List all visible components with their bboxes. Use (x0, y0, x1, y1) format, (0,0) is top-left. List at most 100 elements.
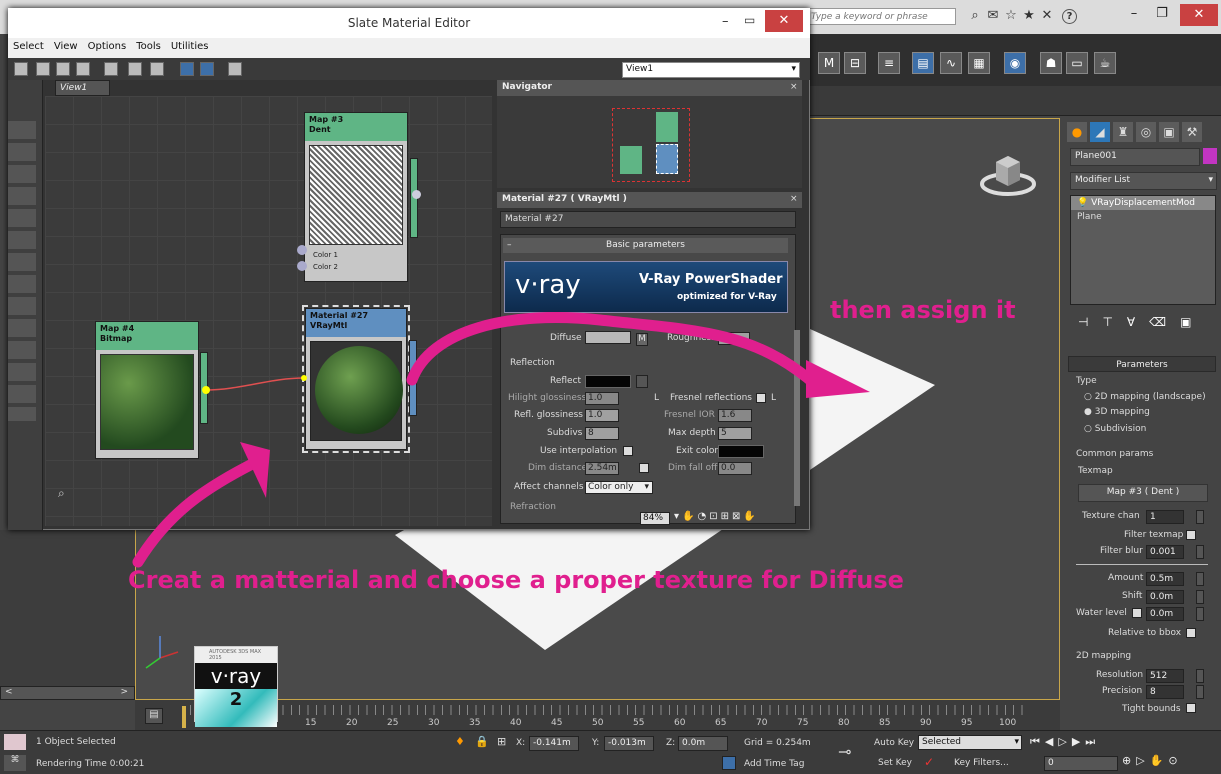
basic-params-header[interactable]: – Basic parameters (503, 238, 788, 253)
star-icon[interactable]: ★ (1022, 9, 1036, 23)
move-children-icon[interactable] (128, 62, 142, 76)
resolution-field[interactable]: 512 (1146, 669, 1184, 683)
select-tool-icon[interactable] (14, 62, 28, 76)
motion-tab-icon[interactable]: ◎ (1136, 122, 1156, 142)
output-socket-dot[interactable] (412, 190, 421, 199)
spinner[interactable] (1196, 510, 1204, 524)
viewcube-icon[interactable] (980, 150, 1036, 200)
maxscript-listener[interactable] (4, 734, 26, 750)
maxscript-icon[interactable]: ⌘ (4, 755, 26, 771)
menu-options[interactable]: Options (83, 38, 132, 55)
close-icon[interactable]: × (790, 194, 798, 204)
put-to-scene-icon[interactable] (56, 62, 70, 76)
utilities-tab-icon[interactable]: ⚒ (1182, 122, 1202, 142)
stack-item[interactable]: Plane (1071, 210, 1215, 224)
modify-tab-icon[interactable]: ◢ (1090, 122, 1110, 142)
texture-chan-field[interactable]: 1 (1146, 510, 1184, 524)
modifier-stack[interactable]: 💡 VRayDisplacementMod Plane (1070, 195, 1216, 305)
time-tag-icon[interactable] (722, 756, 736, 770)
pick-material-icon[interactable] (36, 62, 50, 76)
menu-tools[interactable]: Tools (131, 38, 166, 55)
x-coordinate-field[interactable]: -0.141m (529, 736, 579, 751)
spinner[interactable] (1196, 669, 1204, 683)
y-coordinate-field[interactable]: -0.013m (604, 736, 654, 751)
absolute-mode-icon[interactable]: ⊞ (497, 735, 506, 748)
material-name-field[interactable]: Material #27 (500, 211, 796, 228)
delete-icon[interactable] (104, 62, 118, 76)
rendered-frame-icon[interactable]: ▭ (1066, 52, 1088, 74)
slate-close-button[interactable]: ✕ (765, 10, 803, 32)
isolate-icon[interactable]: ♦ (455, 735, 465, 748)
slate-title-bar[interactable]: Slate Material Editor (8, 8, 810, 38)
help-icon[interactable]: ? (1062, 9, 1077, 24)
track-view-icon[interactable]: ▤ (145, 708, 163, 724)
node-map3-dent[interactable]: Map #3 Dent Color 1 Color 2 (304, 112, 408, 282)
tab-view1[interactable]: View1 (55, 80, 110, 96)
render-teapot-icon[interactable]: ☕ (1094, 52, 1116, 74)
key-mode-icon[interactable]: ✓ (924, 755, 934, 769)
hierarchy-tab-icon[interactable]: ♜ (1113, 122, 1133, 142)
slate-minimize-icon[interactable]: – (722, 14, 729, 29)
curve-editor-icon[interactable]: ∿ (940, 52, 962, 74)
time-marker[interactable] (182, 706, 186, 728)
menu-view[interactable]: View (49, 38, 83, 55)
spinner[interactable] (1196, 572, 1204, 586)
playback-controls[interactable]: ⏮◀▷▶⏭ (1030, 735, 1220, 753)
stack-item[interactable]: 💡 VRayDisplacementMod (1071, 196, 1215, 210)
mirror-icon[interactable]: M (818, 52, 840, 74)
viewport-nav-controls[interactable]: ⊕▷✋⊙ (1122, 754, 1218, 772)
scene-explorer-icon[interactable]: ▤ (912, 52, 934, 74)
hide-unused-icon[interactable] (150, 62, 164, 76)
filter-blur-field[interactable]: 0.001 (1146, 545, 1184, 559)
slate-maximize-icon[interactable]: ▭ (744, 13, 755, 27)
object-color-swatch[interactable] (1203, 148, 1217, 164)
spinner[interactable] (1196, 545, 1204, 559)
create-tab-icon[interactable]: ● (1067, 122, 1087, 142)
binoculars-icon[interactable]: ⌕ (968, 9, 982, 23)
texmap-button[interactable]: Map #3 ( Dent ) (1078, 484, 1208, 502)
menu-select[interactable]: Select (8, 38, 49, 55)
lock-icon[interactable]: 🔒 (475, 735, 489, 748)
material-id-icon[interactable] (228, 62, 242, 76)
parameters-rollout-header[interactable]: Parameters (1068, 356, 1216, 372)
favorites-icon[interactable]: ☆ (1004, 9, 1018, 23)
type-option-2d[interactable]: ○ 2D mapping (landscape) (1084, 392, 1206, 402)
time-slider-scrollbar[interactable]: < > (0, 686, 135, 700)
shift-field[interactable]: 0.0m (1146, 590, 1184, 604)
relative-bbox-checkbox[interactable] (1186, 628, 1196, 638)
close-x-icon[interactable]: ✕ (1040, 9, 1054, 23)
water-level-field[interactable]: 0.0m (1146, 607, 1184, 621)
close-icon[interactable]: × (790, 82, 798, 92)
browser-list[interactable] (8, 121, 36, 421)
minimize-icon[interactable]: – (1120, 6, 1148, 21)
assign-material-icon[interactable] (76, 62, 90, 76)
spinner[interactable] (1196, 685, 1204, 699)
menu-utilities[interactable]: Utilities (166, 38, 214, 55)
close-app-button[interactable]: ✕ (1180, 4, 1218, 26)
key-filters-button[interactable]: Key Filters... (954, 758, 1009, 768)
slot-color1[interactable]: Color 1 (305, 249, 407, 261)
spinner[interactable] (1196, 607, 1204, 621)
stack-tools[interactable]: ⊣⊤∀⌫▣ (1078, 315, 1208, 333)
binoculars-icon[interactable]: ⌕ (58, 486, 65, 501)
current-frame-field[interactable]: 0 (1044, 756, 1118, 771)
z-coordinate-field[interactable]: 0.0m (678, 736, 728, 751)
key-icon[interactable]: ⊸ (838, 742, 851, 761)
search-input[interactable] (806, 8, 956, 25)
align-icon[interactable]: ⊟ (844, 52, 866, 74)
schematic-icon[interactable]: ▦ (968, 52, 990, 74)
tight-bounds-checkbox[interactable] (1186, 703, 1196, 713)
layer-icon[interactable]: ≡ (878, 52, 900, 74)
show-background-icon[interactable] (200, 62, 214, 76)
view-dropdown[interactable]: View1 ▾ (622, 62, 800, 78)
restore-icon[interactable]: ❐ (1148, 6, 1176, 21)
navigator-header[interactable]: Navigator (497, 80, 802, 96)
object-name-field[interactable]: Plane001 (1070, 148, 1200, 166)
display-tab-icon[interactable]: ▣ (1159, 122, 1179, 142)
filter-texmap-checkbox[interactable] (1186, 530, 1196, 540)
auto-key-button[interactable]: Auto Key (874, 738, 914, 748)
show-map-icon[interactable] (180, 62, 194, 76)
slot-color2[interactable]: Color 2 (305, 261, 407, 273)
material-editor-icon[interactable]: ◉ (1004, 52, 1026, 74)
water-level-checkbox[interactable] (1132, 608, 1142, 618)
